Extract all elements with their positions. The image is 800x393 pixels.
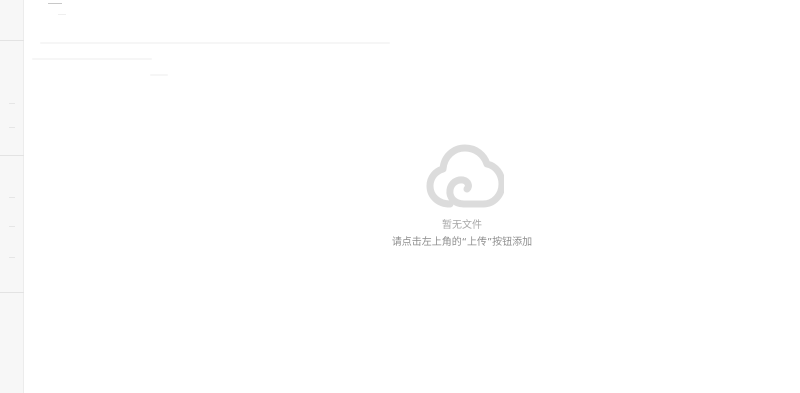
sidebar-divider [0, 155, 24, 156]
cloud-icon [426, 144, 504, 208]
header-stub [48, 0, 62, 4]
sidebar [0, 0, 24, 393]
header-divider [58, 14, 66, 15]
empty-state-hint: 请点击左上角的“上传”按钮添加 [391, 237, 533, 248]
sidebar-item-placeholder[interactable] [9, 103, 15, 104]
empty-state-title: 暂无文件 [442, 220, 482, 231]
faint-row [32, 58, 152, 60]
sidebar-item-placeholder[interactable] [9, 226, 15, 227]
sidebar-divider [0, 292, 24, 293]
sidebar-item-placeholder[interactable] [9, 257, 15, 258]
sidebar-divider [0, 40, 24, 41]
faint-row [40, 42, 390, 44]
app-window: 暂无文件 请点击左上角的“上传”按钮添加 [0, 0, 800, 393]
faint-row [150, 74, 168, 76]
sidebar-item-placeholder[interactable] [9, 127, 15, 128]
empty-state: 暂无文件 请点击左上角的“上传”按钮添加 [362, 144, 562, 250]
sidebar-item-placeholder[interactable] [9, 197, 15, 198]
